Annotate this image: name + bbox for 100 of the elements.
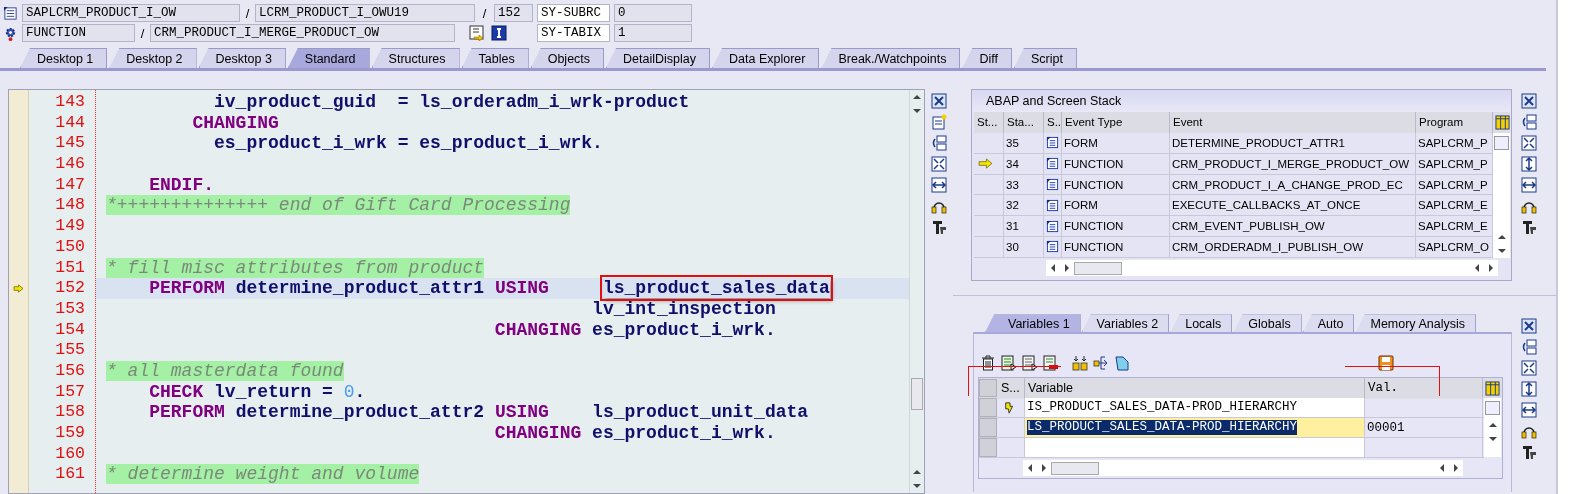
code-text: *++++++++++++++ end of Gift Card Processing bbox=[106, 195, 571, 216]
tab[interactable]: Memory Analysis bbox=[1355, 314, 1476, 333]
table-cell: 00001 bbox=[1365, 418, 1483, 438]
column-header[interactable]: Event Type bbox=[1062, 112, 1170, 133]
tool-icon[interactable] bbox=[1521, 444, 1537, 461]
column-header[interactable]: Sta... bbox=[1004, 112, 1044, 133]
line-number: 148 bbox=[55, 195, 85, 215]
tab[interactable]: Tables bbox=[461, 48, 529, 68]
column-header[interactable]: Event bbox=[1170, 112, 1416, 133]
separator: / bbox=[244, 5, 251, 21]
close-icon[interactable] bbox=[931, 93, 947, 109]
tab[interactable]: Diff bbox=[962, 48, 1012, 68]
tab[interactable]: Locals bbox=[1170, 314, 1233, 333]
tab[interactable]: Variables 2 bbox=[1081, 314, 1170, 333]
scrollbar[interactable] bbox=[1023, 460, 1463, 477]
close-icon[interactable] bbox=[1521, 93, 1537, 109]
line-number: 159 bbox=[55, 423, 85, 442]
column-header[interactable]: S... bbox=[998, 377, 1025, 399]
line-number: 143 bbox=[55, 92, 85, 111]
blocks-icon[interactable] bbox=[1072, 355, 1088, 372]
column-header[interactable]: Val. bbox=[1365, 377, 1483, 399]
tab[interactable]: Desktop 3 bbox=[198, 48, 286, 68]
horizontal-resize-icon[interactable] bbox=[1521, 177, 1537, 193]
close-icon[interactable] bbox=[1521, 318, 1537, 335]
tab[interactable]: Data Explorer bbox=[712, 48, 820, 68]
separator: / bbox=[481, 5, 488, 21]
code-text: determine_product_attr2 bbox=[235, 402, 486, 423]
tab[interactable]: Script bbox=[1013, 48, 1077, 68]
code-text: PERFORM bbox=[148, 402, 226, 423]
horizontal-resize-icon[interactable] bbox=[931, 177, 947, 193]
share-arrows-icon[interactable] bbox=[1093, 355, 1109, 372]
line-number: 152 bbox=[55, 278, 85, 298]
scrollbar[interactable] bbox=[909, 90, 924, 493]
columns-icon[interactable] bbox=[1485, 380, 1500, 396]
swap-icon[interactable] bbox=[931, 135, 947, 151]
fullscreen-icon[interactable] bbox=[1521, 135, 1537, 151]
code-text: PERFORM bbox=[148, 278, 226, 299]
tag-icon[interactable] bbox=[1114, 355, 1130, 372]
separator: / bbox=[139, 25, 146, 41]
table-cell: CRM_PRODUCT_I_MERGE_PRODUCT_OW bbox=[1170, 153, 1416, 174]
line-number: 144 bbox=[55, 112, 85, 132]
table-cell: FUNCTION bbox=[1062, 153, 1170, 174]
tab[interactable]: Break./Watchpoints bbox=[821, 48, 961, 68]
tab[interactable]: Standard bbox=[287, 48, 370, 68]
line-number: 160 bbox=[55, 443, 85, 463]
table-cell: CRM_EVENT_PUBLISH_OW bbox=[1170, 216, 1416, 236]
column-header[interactable]: St... bbox=[974, 112, 1004, 133]
empty-cell[interactable] bbox=[1025, 438, 1365, 458]
tab[interactable]: Structures bbox=[371, 48, 460, 68]
scrollbar[interactable] bbox=[1484, 398, 1501, 458]
column-header[interactable]: Program bbox=[1416, 112, 1493, 133]
tab[interactable]: Desktop 2 bbox=[109, 48, 197, 68]
tab[interactable]: DetailDisplay bbox=[606, 48, 711, 68]
code-text: * fill misc attributes from product bbox=[106, 257, 485, 278]
vertical-resize-icon[interactable] bbox=[1521, 381, 1537, 398]
tab[interactable]: Globals bbox=[1233, 314, 1302, 333]
scrollbar[interactable] bbox=[1493, 133, 1510, 258]
variable-name[interactable]: LS_PRODUCT_SALES_DATA-PROD_HIERARCHY bbox=[1027, 420, 1298, 436]
code-text: USING bbox=[494, 278, 550, 299]
swap-icon[interactable] bbox=[1521, 339, 1537, 356]
table-cell: FUNCTION bbox=[1062, 174, 1170, 195]
new-document-icon[interactable] bbox=[931, 114, 947, 130]
fullscreen-icon[interactable] bbox=[931, 156, 947, 172]
info-icon[interactable] bbox=[491, 25, 507, 41]
table-cell: 32 bbox=[1004, 195, 1044, 216]
table-cell: 30 bbox=[1004, 237, 1044, 257]
table-cell: FUNCTION bbox=[1062, 216, 1170, 236]
output-field: LCRM_PRODUCT_I_OWU19 bbox=[255, 4, 475, 22]
variable-field[interactable]: SY-TABIX bbox=[537, 24, 610, 42]
fullscreen-icon[interactable] bbox=[1521, 360, 1537, 377]
code-text: es_product_i_wrk. bbox=[592, 319, 776, 340]
column-header[interactable]: Variable bbox=[1025, 377, 1365, 399]
variable-field[interactable]: SY-SUBRC bbox=[537, 4, 610, 22]
horizontal-resize-icon[interactable] bbox=[1521, 402, 1537, 419]
table-cell: 31 bbox=[1004, 216, 1044, 236]
tab[interactable]: Desktop 1 bbox=[20, 48, 108, 68]
tool-icon[interactable] bbox=[1521, 219, 1537, 235]
vertical-resize-icon[interactable] bbox=[1521, 156, 1537, 172]
line-number: 157 bbox=[55, 381, 85, 401]
line-number: 158 bbox=[55, 402, 85, 422]
document-icon bbox=[1046, 178, 1059, 191]
code-text: . bbox=[354, 381, 366, 402]
document-icon bbox=[1046, 240, 1059, 254]
document-icon bbox=[1046, 219, 1059, 233]
tab[interactable]: Objects bbox=[530, 48, 605, 68]
line-number: 156 bbox=[55, 360, 85, 380]
document-remove-icon[interactable] bbox=[1043, 355, 1059, 372]
column-header[interactable]: S.. bbox=[1044, 112, 1062, 133]
table-cell: CRM_ORDERADM_I_PUBLISH_OW bbox=[1170, 237, 1416, 257]
tab[interactable]: Auto bbox=[1302, 314, 1355, 333]
swap-icon[interactable] bbox=[1521, 114, 1537, 130]
scrollbar[interactable] bbox=[1046, 260, 1498, 276]
code-text: lv_return = bbox=[214, 381, 334, 402]
tool-icon[interactable] bbox=[931, 219, 947, 235]
table-cell: 33 bbox=[1004, 174, 1044, 195]
columns-icon[interactable] bbox=[1495, 115, 1510, 130]
code-text: ENDIF. bbox=[148, 174, 215, 195]
trash-icon[interactable] bbox=[980, 355, 996, 372]
tab[interactable]: Variables 1 bbox=[985, 314, 1081, 333]
code-text: CHANGING bbox=[191, 112, 279, 133]
